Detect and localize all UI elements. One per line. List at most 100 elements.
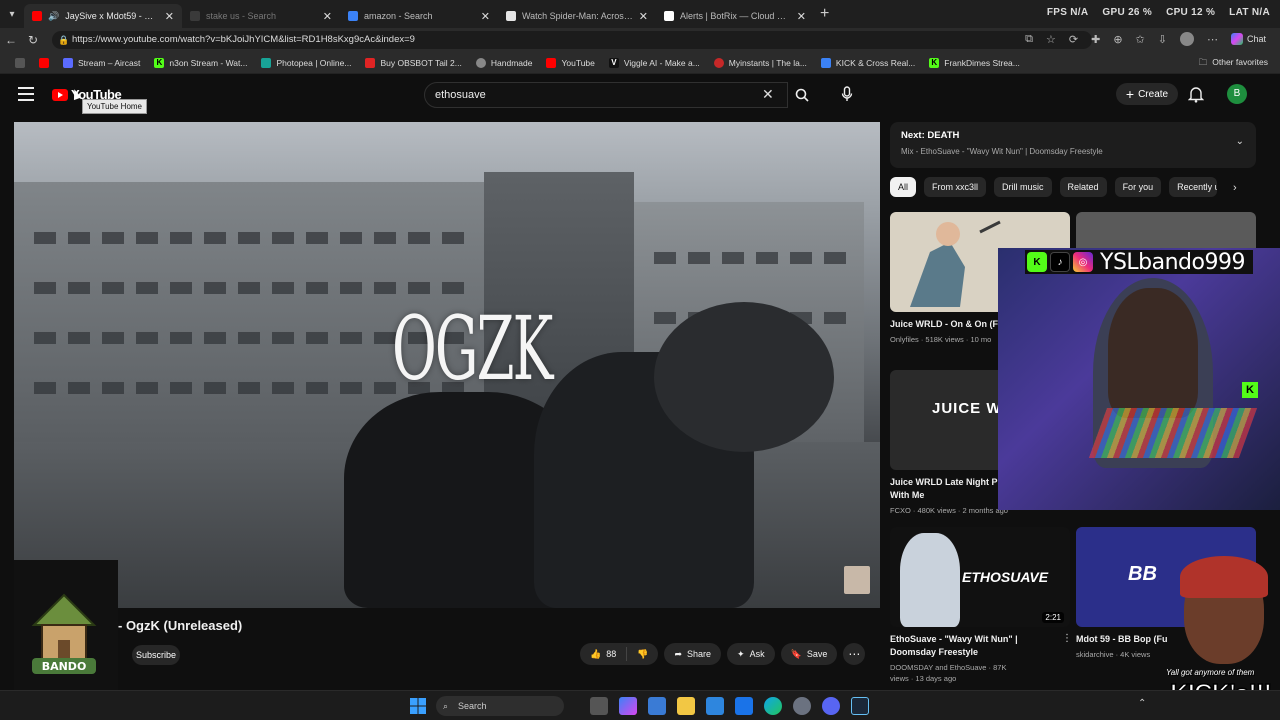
chip-drill-music[interactable]: Drill music: [994, 177, 1052, 197]
windows-start-icon[interactable]: [410, 698, 426, 714]
copilot-taskbar-icon[interactable]: [619, 697, 637, 715]
card-menu-icon[interactable]: ⋮: [1062, 633, 1072, 644]
voice-search-button[interactable]: [836, 83, 858, 105]
other-favorites[interactable]: 🗀 Other favorites: [1199, 57, 1268, 71]
create-button[interactable]: + Create: [1116, 83, 1178, 105]
file-explorer-icon[interactable]: [677, 697, 695, 715]
video-player[interactable]: OGZK: [14, 122, 880, 608]
close-tab-icon[interactable]: ✕: [639, 10, 648, 23]
dislike-button[interactable]: 👎: [627, 643, 658, 665]
tab-youtube-video[interactable]: 🔊 JaySive x Mdot59 - OgzK (Unr ✕: [24, 4, 182, 28]
account-avatar[interactable]: B: [1227, 84, 1247, 104]
bookmarks-menu-icon[interactable]: [8, 57, 32, 68]
puzzle-icon[interactable]: ✚: [1091, 33, 1100, 46]
new-tab-icon[interactable]: +: [820, 5, 829, 23]
bookmark-viggle[interactable]: V Viggle AI - Make a...: [602, 57, 707, 68]
bookmark-kick-cross[interactable]: KICK & Cross Real...: [814, 57, 922, 68]
youtube-icon: [546, 57, 557, 68]
chip-related[interactable]: Related: [1059, 177, 1107, 197]
bookmark-youtube[interactable]: YouTube: [539, 57, 601, 68]
video-thumbnail[interactable]: ETHOSUAVE 2:21: [890, 527, 1070, 627]
settings-icon[interactable]: [793, 697, 811, 715]
next-playlist-subtitle: Mix - EthoSuave - "Wavy Wit Nun" | Dooms…: [901, 147, 1103, 156]
up-next-panel[interactable]: Next: DEATH Mix - EthoSuave - "Wavy Wit …: [890, 122, 1256, 168]
notifications-button[interactable]: [1187, 85, 1205, 108]
filter-chips: All From xxc3ll Drill music Related For …: [890, 177, 1218, 197]
bookmark-handmade[interactable]: Handmade: [469, 57, 540, 68]
more-options-icon[interactable]: ⋯: [1207, 33, 1218, 46]
bookmark-youtube-icon[interactable]: [32, 57, 56, 68]
thumbs-down-icon: 👎: [637, 648, 649, 659]
chip-recently-uploaded[interactable]: Recently up: [1169, 177, 1218, 197]
bookmark-frankdimes[interactable]: K FrankDimes Strea...: [922, 57, 1027, 68]
lock-icon[interactable]: 🔒: [58, 31, 69, 49]
tab-spiderman[interactable]: Watch Spider-Man: Across The Sp ✕: [498, 4, 656, 28]
photos-icon[interactable]: [706, 697, 724, 715]
close-tab-icon[interactable]: ✕: [323, 10, 332, 23]
refresh-icon[interactable]: ↻: [22, 33, 44, 47]
kick-icon: K: [929, 57, 940, 68]
clear-search-icon[interactable]: ✕: [762, 87, 774, 101]
more-actions-button[interactable]: ⋯: [843, 643, 866, 665]
bell-icon: [1187, 87, 1205, 103]
task-view-icon[interactable]: [590, 697, 608, 715]
share-button[interactable]: ➦ Share: [664, 643, 722, 665]
url-field[interactable]: 🔒 https://www.youtube.com/watch?v=bKJoiJ…: [52, 31, 1092, 49]
cloud-icon: [820, 57, 831, 68]
save-button[interactable]: 🔖 Save: [780, 643, 838, 665]
tiktok-icon: ♪: [1050, 252, 1070, 272]
menu-icon[interactable]: [18, 87, 34, 101]
search-icon: [795, 88, 809, 102]
botrix-favicon-icon: [664, 11, 674, 21]
chip-all[interactable]: All: [890, 177, 917, 197]
bookmark-n3on[interactable]: Kn3on Stream - Wat...: [147, 57, 254, 68]
copilot-icon: [1230, 33, 1243, 45]
search-button[interactable]: [788, 82, 816, 108]
extension-icon[interactable]: ⟳: [1069, 33, 1078, 46]
open-in-app-icon[interactable]: ⧉: [1025, 33, 1033, 46]
discord-icon[interactable]: [822, 697, 840, 715]
close-tab-icon[interactable]: ✕: [797, 10, 806, 23]
store-icon[interactable]: [648, 697, 666, 715]
speaker-icon[interactable]: 🔊: [48, 11, 59, 22]
profile-icon[interactable]: [1179, 32, 1194, 46]
search-input[interactable]: ethosuave: [424, 82, 788, 108]
copilot-chat-button[interactable]: Chat: [1230, 33, 1266, 45]
card-meta: DOOMSDAY and EthoSuave · 87K views · 13 …: [890, 663, 1007, 683]
recommendation-card[interactable]: ETHOSUAVE 2:21 EthoSuave - "Wavy Wit Nun…: [890, 527, 1072, 684]
close-tab-icon[interactable]: ✕: [481, 10, 490, 23]
system-tray-chevron-icon[interactable]: ⌃: [1138, 698, 1146, 709]
mail-icon[interactable]: [735, 697, 753, 715]
tab-actions-menu-icon[interactable]: ▾: [0, 0, 24, 28]
bookmark-photopea[interactable]: Photopea | Online...: [254, 57, 358, 68]
chip-from-channel[interactable]: From xxc3ll: [924, 177, 987, 197]
next-title: Next: DEATH: [901, 130, 960, 141]
video-watermark-icon: [844, 566, 870, 594]
back-icon[interactable]: ←: [0, 33, 22, 47]
downloads-icon[interactable]: ⇩: [1158, 33, 1167, 46]
favorites-icon[interactable]: ✩: [1136, 33, 1145, 46]
edge-icon[interactable]: [764, 697, 782, 715]
like-button[interactable]: 👍 88: [580, 643, 626, 665]
chevron-right-icon[interactable]: ›: [1233, 182, 1237, 194]
youtube-favicon-icon: [32, 11, 42, 21]
close-tab-icon[interactable]: ✕: [165, 10, 174, 23]
bookmark-aircast[interactable]: Stream – Aircast: [56, 57, 147, 68]
subscribe-button[interactable]: Subscribe: [132, 645, 180, 665]
favorite-star-icon[interactable]: ☆: [1046, 33, 1056, 46]
bookmark-myinstants[interactable]: Myinstants | The la...: [707, 57, 814, 68]
collections-icon[interactable]: ⊕: [1113, 33, 1122, 46]
chevron-down-icon[interactable]: ⌄: [1236, 136, 1244, 147]
tab-stake-search[interactable]: stake us - Search ✕: [182, 4, 340, 28]
youtube-play-icon: [52, 88, 68, 101]
taskbar-search[interactable]: ⌕ Search: [436, 696, 564, 716]
stream-logo-overlay: BANDO: [14, 560, 118, 690]
steam-icon[interactable]: [851, 697, 869, 715]
search-icon: ⌕: [443, 701, 449, 711]
ask-button[interactable]: ✦ Ask: [727, 643, 775, 665]
viggle-icon: V: [608, 57, 619, 68]
chip-for-you[interactable]: For you: [1114, 177, 1162, 197]
bookmark-obsbot[interactable]: Buy OBSBOT Tail 2...: [358, 57, 468, 68]
tab-botrix-alerts[interactable]: Alerts | BotRix — Cloud Streaming ✕: [656, 4, 814, 28]
tab-amazon-search[interactable]: amazon - Search ✕: [340, 4, 498, 28]
